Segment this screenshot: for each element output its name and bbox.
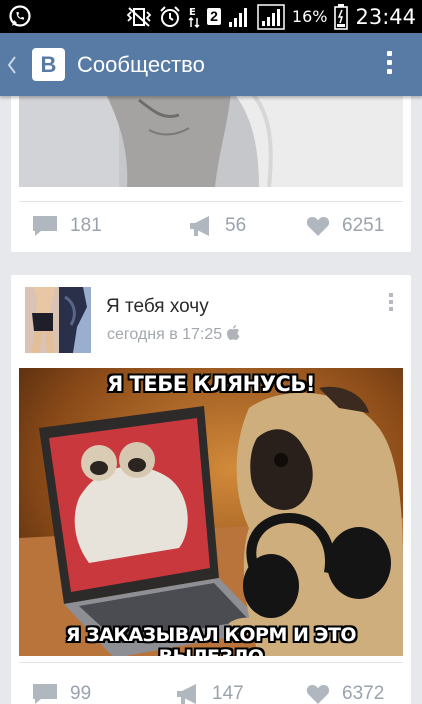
alarm-icon — [160, 5, 180, 27]
repost-count: 147 — [212, 683, 244, 704]
logo-letter: В — [40, 52, 57, 77]
comment-icon — [33, 684, 57, 704]
page-title: Сообщество — [77, 52, 205, 77]
post-image[interactable]: Я ТЕБЕ КЛЯНУСЬ! Я ЗАКАЗЫВАЛ КОРМ И ЭТО В… — [19, 368, 403, 656]
vibrate-icon — [126, 6, 152, 27]
post-actions: 99 147 6372 — [11, 679, 411, 704]
megaphone-icon — [190, 216, 209, 236]
like-button[interactable]: 6372 — [306, 679, 384, 704]
post-card: 181 56 6251 — [11, 90, 411, 252]
app-bar: В Сообщество — [0, 33, 422, 96]
post-title[interactable]: Я тебя хочу — [106, 296, 209, 318]
overflow-menu-icon[interactable] — [384, 51, 394, 79]
like-count: 6251 — [342, 215, 385, 236]
post-image[interactable] — [19, 90, 403, 187]
repost-button[interactable]: 56 — [189, 211, 246, 241]
post-menu-icon[interactable] — [387, 293, 395, 315]
divider — [19, 662, 403, 663]
whatsapp-icon — [9, 5, 31, 27]
divider — [19, 201, 403, 202]
apple-icon — [227, 325, 240, 340]
megaphone-icon — [177, 684, 196, 704]
comment-button[interactable]: 99 — [32, 679, 91, 704]
edge-network-icon: E — [188, 7, 200, 28]
battery-icon — [334, 3, 349, 30]
signal-icon — [228, 7, 247, 27]
comment-count: 99 — [70, 683, 92, 704]
post-time-text: сегодня в 17:25 — [107, 326, 223, 343]
chevron-left-icon[interactable] — [4, 53, 20, 77]
svg-text:E: E — [189, 7, 196, 18]
battery-percent: 16% — [291, 7, 328, 26]
like-button[interactable]: 6251 — [306, 211, 384, 241]
post-actions: 181 56 6251 — [11, 211, 411, 241]
image-caption-bottom: Я ЗАКАЗЫВАЛ КОРМ И ЭТО ВЫЛЕЗЛО — [65, 624, 357, 656]
clock: 23:44 — [355, 4, 416, 29]
community-logo[interactable]: В — [32, 48, 65, 81]
like-count: 6372 — [342, 683, 385, 704]
signal-icon — [257, 3, 285, 30]
sim-badge: 2 — [207, 8, 221, 25]
repost-button[interactable]: 147 — [176, 679, 244, 704]
image-caption-top: Я ТЕБЕ КЛЯНУСЬ! — [107, 372, 315, 396]
avatar[interactable] — [25, 287, 91, 353]
comment-button[interactable]: 181 — [32, 211, 102, 241]
status-bar: E 2 16% 23:44 — [0, 0, 422, 33]
heart-icon — [306, 217, 330, 236]
repost-count: 56 — [225, 215, 247, 236]
heart-icon — [306, 685, 330, 704]
post-timestamp: сегодня в 17:25 — [107, 325, 240, 344]
post-card: Я тебя хочу сегодня в 17:25 Я ТЕБЕ КЛЯНУ… — [11, 275, 411, 704]
comment-icon — [33, 216, 57, 236]
comment-count: 181 — [70, 215, 102, 236]
post-header: Я тебя хочу сегодня в 17:25 — [11, 275, 411, 365]
